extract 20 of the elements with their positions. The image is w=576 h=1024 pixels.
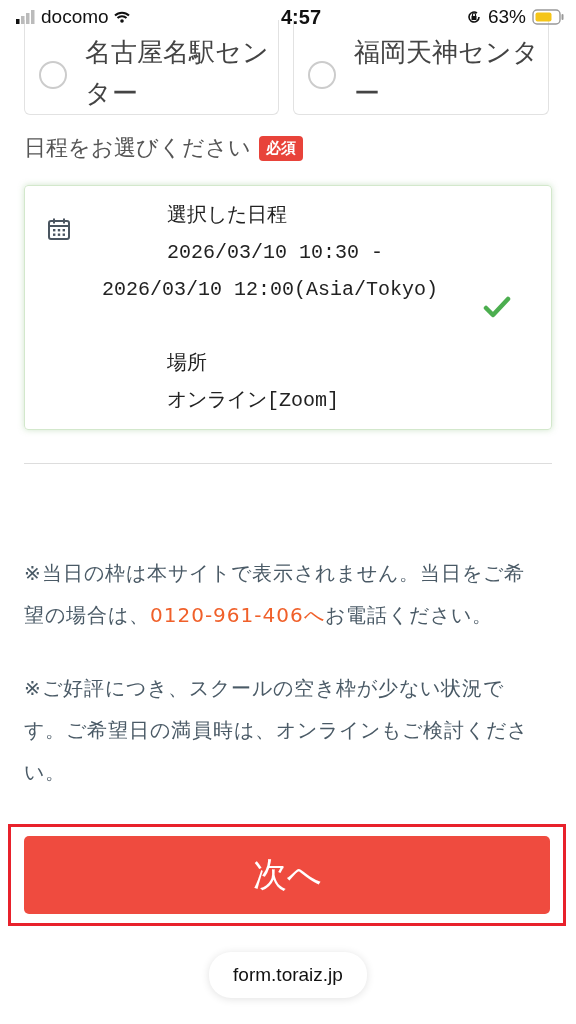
selected-schedule-card[interactable]: 選択した日程 2026/03/10 10:30 - 2026/03/10 12:00(Asia/Tokyo) 場所 オンライン[Zoom] bbox=[24, 185, 552, 430]
url-bar[interactable]: form.toraiz.jp bbox=[209, 952, 367, 998]
radio-button[interactable] bbox=[39, 61, 67, 89]
wifi-icon bbox=[113, 11, 130, 23]
note-text: ※ご好評につき、スクールの空き枠が少ない状況です。ご希望日の満員時は、オンラインもご検討ください。 bbox=[24, 675, 529, 786]
option-label: 名古屋名駅センター bbox=[85, 36, 270, 110]
battery-icon bbox=[532, 9, 564, 25]
rotation-lock-icon bbox=[465, 9, 482, 25]
radio-button[interactable] bbox=[308, 61, 336, 89]
schedule-value: 2026/03/10 10:30 - 2026/03/10 12:00(Asia/Tokyo) bbox=[102, 240, 440, 303]
required-badge: 必須 bbox=[259, 135, 303, 161]
note-text: ※当日の枠は本サイトで表示されません。当日をご希望の場合は、0120-961-406へお電話ください。 bbox=[24, 560, 526, 629]
location-value: オンライン[Zoom] bbox=[166, 388, 340, 414]
schedule-heading: 選択した日程 bbox=[166, 203, 288, 229]
section-title: 日程をお選びください bbox=[24, 134, 251, 162]
option-label: 福岡天神センター bbox=[354, 36, 540, 110]
next-button[interactable]: 次へ bbox=[24, 836, 550, 914]
calendar-icon bbox=[47, 217, 71, 241]
location-heading: 場所 bbox=[166, 351, 208, 377]
signal-icon bbox=[16, 10, 36, 24]
